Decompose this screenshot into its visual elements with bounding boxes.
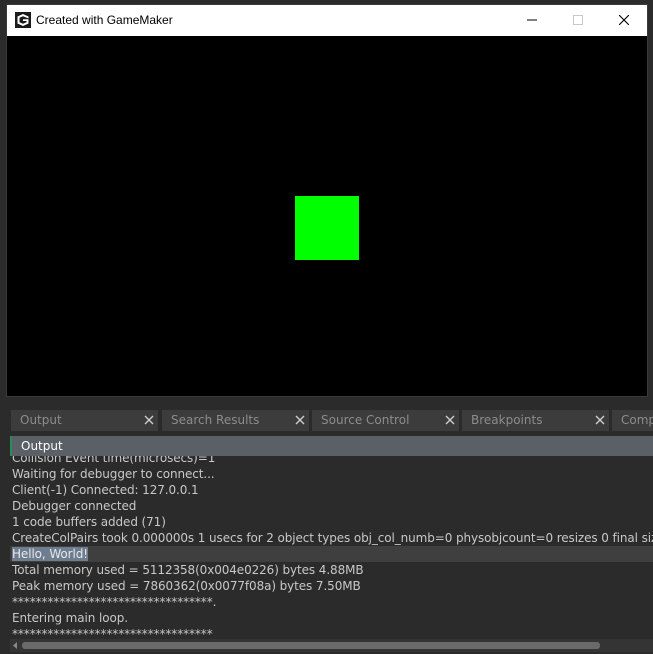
close-window-button[interactable] [601, 5, 647, 36]
scroll-left-icon[interactable] [12, 642, 19, 649]
close-icon[interactable] [595, 415, 605, 425]
log-line: ********************************** [12, 627, 213, 639]
game-window: Created with GameMaker [7, 5, 647, 396]
log-line: Total memory used = 5112358(0x004e0226) … [12, 563, 364, 577]
minimize-icon [527, 19, 537, 21]
tab-breakpoints[interactable]: Breakpoints [462, 410, 609, 431]
output-panel-header: Output [10, 436, 653, 456]
log-line: **********************************. [12, 595, 217, 609]
close-icon[interactable] [295, 415, 305, 425]
log-line-selected: Hello, World! [10, 546, 653, 562]
log-line: 1 code buffers added (71) [12, 515, 166, 529]
maximize-button[interactable] [555, 5, 601, 36]
tab-label: Breakpoints [471, 413, 543, 427]
gamemaker-logo-icon [15, 12, 31, 28]
log-line: CreateColPairs took 0.000000s 1 usecs fo… [12, 531, 653, 545]
close-icon[interactable] [445, 415, 455, 425]
tab-label: Comp [621, 413, 653, 427]
output-log[interactable]: Collision Event time(microsecs)=1 Waitin… [10, 456, 653, 639]
log-line: Waiting for debugger to connect... [12, 467, 215, 481]
log-line: Collision Event time(microsecs)=1 [12, 456, 216, 465]
horizontal-scrollbar[interactable] [10, 639, 653, 652]
log-line: Peak memory used = 7860362(0x0077f08a) b… [12, 579, 361, 593]
panel-title: Output [21, 439, 63, 453]
window-titlebar[interactable]: Created with GameMaker [7, 5, 647, 36]
desktop-root: Created with GameMaker Output Search Res… [0, 0, 653, 654]
scrollbar-thumb[interactable] [22, 642, 600, 649]
maximize-icon [573, 15, 583, 25]
log-line: Debugger connected [12, 499, 137, 513]
minimize-button[interactable] [509, 5, 555, 36]
log-line: Client(-1) Connected: 127.0.0.1 [12, 483, 199, 497]
tab-compile[interactable]: Comp [612, 410, 653, 431]
close-icon [619, 15, 629, 25]
game-canvas[interactable] [7, 36, 647, 396]
tab-source-control[interactable]: Source Control [312, 410, 459, 431]
output-dock: Output Search Results Source Control Bre… [0, 404, 653, 654]
close-icon[interactable] [144, 415, 154, 425]
log-line: Entering main loop. [12, 611, 128, 625]
tab-output[interactable]: Output [11, 410, 158, 431]
dock-tab-strip: Output Search Results Source Control Bre… [0, 410, 653, 432]
tab-label: Search Results [171, 413, 260, 427]
green-square-sprite [295, 196, 359, 260]
window-title: Created with GameMaker [36, 13, 173, 27]
tab-search-results[interactable]: Search Results [162, 410, 309, 431]
tab-label: Source Control [321, 413, 410, 427]
tab-label: Output [20, 413, 62, 427]
